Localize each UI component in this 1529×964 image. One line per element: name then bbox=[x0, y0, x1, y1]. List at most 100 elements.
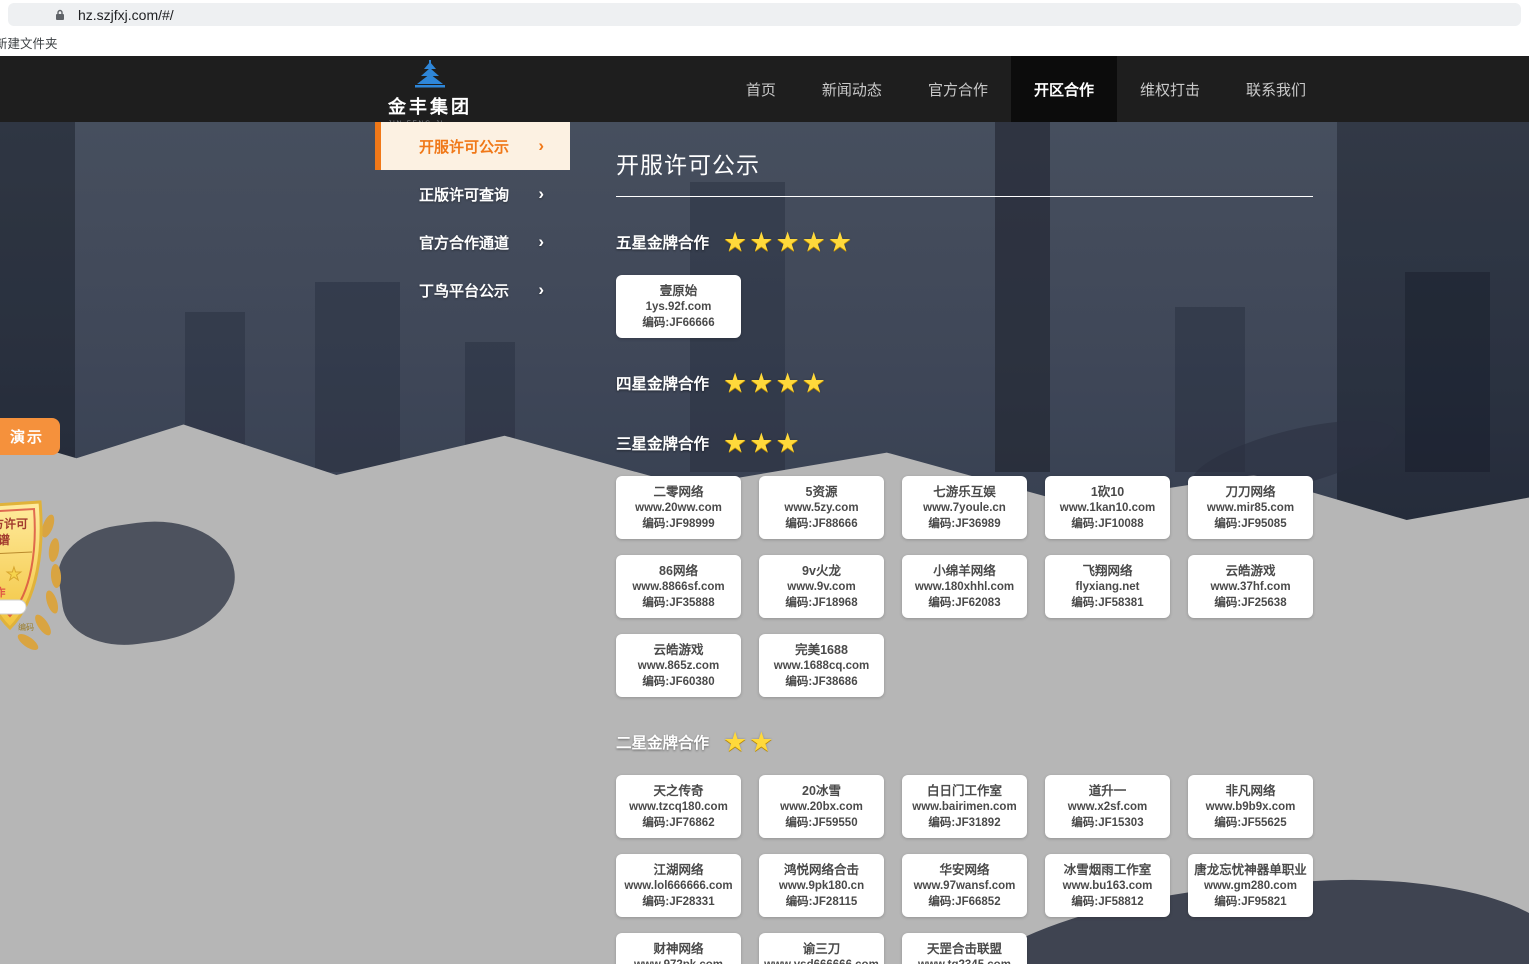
partner-card[interactable]: 小绵羊网络www.180xhhl.com编码:JF62083 bbox=[902, 555, 1027, 618]
partner-name: 七游乐互娱 bbox=[904, 484, 1025, 500]
partner-card[interactable]: 冰雪烟雨工作室www.bu163.com编码:JF58812 bbox=[1045, 854, 1170, 917]
star-rating: ★★★ bbox=[723, 430, 800, 457]
partner-card[interactable]: 江湖网络www.lol666666.com编码:JF28331 bbox=[616, 854, 741, 917]
partner-name: 道升一 bbox=[1047, 783, 1168, 799]
sidebar-item[interactable]: 开服许可公示› bbox=[375, 122, 570, 170]
partner-url: www.gm280.com bbox=[1190, 878, 1311, 894]
partner-code: 编码:JF66666 bbox=[618, 315, 739, 331]
star-icon: ★ bbox=[723, 229, 747, 256]
partner-url: www.97wansf.com bbox=[904, 878, 1025, 894]
partner-card[interactable]: 9v火龙www.9v.com编码:JF18968 bbox=[759, 555, 884, 618]
partner-name: 天之传奇 bbox=[618, 783, 739, 799]
partner-name: 云皓游戏 bbox=[1190, 563, 1311, 579]
partner-card[interactable]: 飞翔网络flyxiang.net编码:JF58381 bbox=[1045, 555, 1170, 618]
partner-url: www.tzcq180.com bbox=[618, 799, 739, 815]
partner-code: 编码:JF62083 bbox=[904, 595, 1025, 611]
partner-url: www.37hf.com bbox=[1190, 579, 1311, 595]
partner-card[interactable]: 唐龙忘忧神器单职业www.gm280.com编码:JF95821 bbox=[1188, 854, 1313, 917]
partner-card[interactable]: 云皓游戏www.865z.com编码:JF60380 bbox=[616, 634, 741, 697]
hero-stage: 开服许可公示›正版许可查询›官方合作通道›丁鸟平台公示› 开服许可公示 五星金牌… bbox=[0, 122, 1529, 964]
partner-url: www.tg2345.com bbox=[904, 957, 1025, 964]
partner-card[interactable]: 白日门工作室www.bairimen.com编码:JF31892 bbox=[902, 775, 1027, 838]
partner-name: 白日门工作室 bbox=[904, 783, 1025, 799]
partner-name: 1砍10 bbox=[1047, 484, 1168, 500]
nav-item[interactable]: 开区合作 bbox=[1011, 56, 1117, 122]
partner-card[interactable]: 20冰雪www.20bx.com编码:JF59550 bbox=[759, 775, 884, 838]
partner-url: www.lol666666.com bbox=[618, 878, 739, 894]
pagoda-logo-icon bbox=[408, 60, 452, 92]
partner-url: www.9pk180.cn bbox=[761, 878, 882, 894]
chevron-right-icon: › bbox=[538, 280, 544, 300]
partner-url: www.9v.com bbox=[761, 579, 882, 595]
partner-url: www.8866sf.com bbox=[618, 579, 739, 595]
partner-card[interactable]: 二零网络www.20ww.com编码:JF98999 bbox=[616, 476, 741, 539]
section-title: 二星金牌合作 bbox=[616, 731, 709, 753]
logo-title: 金丰集团 bbox=[388, 93, 472, 119]
partner-card[interactable]: 财神网络www.972pk.com编码:JF33883 bbox=[616, 933, 741, 964]
star-icon: ★ bbox=[749, 229, 773, 256]
partner-code: 编码:JF28115 bbox=[761, 894, 882, 910]
star-icon: ★ bbox=[749, 370, 773, 397]
partner-url: www.1kan10.com bbox=[1047, 500, 1168, 516]
star-icon: ★ bbox=[723, 430, 747, 457]
partner-card[interactable]: 5资源www.5zy.com编码:JF88666 bbox=[759, 476, 884, 539]
partner-card[interactable]: 七游乐互娱www.7youle.cn编码:JF36989 bbox=[902, 476, 1027, 539]
partner-code: 编码:JF95085 bbox=[1190, 516, 1311, 532]
star-rating: ★★ bbox=[723, 729, 773, 756]
partner-card[interactable]: 云皓游戏www.37hf.com编码:JF25638 bbox=[1188, 555, 1313, 618]
url-text: hz.szjfxj.com/#/ bbox=[78, 7, 174, 23]
partner-url: www.5zy.com bbox=[761, 500, 882, 516]
sidebar-item[interactable]: 官方合作通道 › bbox=[375, 218, 570, 266]
partner-card[interactable]: 完美1688www.1688cq.com编码:JF38686 bbox=[759, 634, 884, 697]
nav-item[interactable]: 新闻动态 bbox=[799, 56, 905, 122]
nav-item[interactable]: 联系我们 bbox=[1223, 56, 1329, 122]
partner-code: 编码:JF98999 bbox=[618, 516, 739, 532]
partner-sections: 五星金牌合作★★★★★壹原始1ys.92f.com编码:JF66666四星金牌合… bbox=[616, 227, 1313, 964]
partner-card[interactable]: 华安网络www.97wansf.com编码:JF66852 bbox=[902, 854, 1027, 917]
partner-card[interactable]: 天之传奇www.tzcq180.com编码:JF76862 bbox=[616, 775, 741, 838]
badge-text: 谱 bbox=[0, 532, 10, 547]
title-underline bbox=[616, 196, 1313, 197]
partner-card[interactable]: 天罡合击联盟www.tg2345.com编码:JF08320 bbox=[902, 933, 1027, 964]
partner-url: www.865z.com bbox=[618, 658, 739, 674]
chevron-right-icon: › bbox=[538, 232, 544, 252]
partner-url: www.mir85.com bbox=[1190, 500, 1311, 516]
url-bar[interactable]: hz.szjfxj.com/#/ bbox=[8, 3, 1521, 26]
sidebar-item[interactable]: 正版许可查询› bbox=[375, 170, 570, 218]
nav-item[interactable]: 官方合作 bbox=[905, 56, 1011, 122]
partner-url: www.20bx.com bbox=[761, 799, 882, 815]
partner-url: www.bairimen.com bbox=[904, 799, 1025, 815]
partner-name: 9v火龙 bbox=[761, 563, 882, 579]
sidebar-item-label: 官方合作通道 bbox=[419, 232, 509, 253]
partner-url: www.bu163.com bbox=[1047, 878, 1168, 894]
nav-menu: 首页新闻动态官方合作开区合作维权打击联系我们 bbox=[723, 56, 1329, 122]
partner-code: 编码:JF95821 bbox=[1190, 894, 1311, 910]
partner-name: 5资源 bbox=[761, 484, 882, 500]
star-icon: ★ bbox=[802, 229, 826, 256]
bookmark-item[interactable]: 新建文件夹 bbox=[0, 37, 58, 51]
sidebar-item[interactable]: 丁鸟平台公示› bbox=[375, 266, 570, 314]
partner-code: 编码:JF88666 bbox=[761, 516, 882, 532]
partner-name: 二零网络 bbox=[618, 484, 739, 500]
star-rating: ★★★★ bbox=[723, 370, 826, 397]
partner-card[interactable]: 刀刀网络www.mir85.com编码:JF95085 bbox=[1188, 476, 1313, 539]
partner-card[interactable]: 86网络www.8866sf.com编码:JF35888 bbox=[616, 555, 741, 618]
partner-code: 编码:JF25638 bbox=[1190, 595, 1311, 611]
partner-code: 编码:JF28331 bbox=[618, 894, 739, 910]
partner-card-grid: 壹原始1ys.92f.com编码:JF66666 bbox=[616, 275, 1316, 338]
partner-url: www.x2sf.com bbox=[1047, 799, 1168, 815]
partner-card[interactable]: 鸿悦网络合击www.9pk180.cn编码:JF28115 bbox=[759, 854, 884, 917]
partner-code: 编码:JF36989 bbox=[904, 516, 1025, 532]
demo-floating-tab[interactable]: 演示 bbox=[0, 418, 60, 455]
partner-card[interactable]: 非凡网络www.b9b9x.com编码:JF55625 bbox=[1188, 775, 1313, 838]
nav-item[interactable]: 维权打击 bbox=[1117, 56, 1223, 122]
partner-card[interactable]: 1砍10www.1kan10.com编码:JF10088 bbox=[1045, 476, 1170, 539]
section-title: 四星金牌合作 bbox=[616, 372, 709, 394]
partner-card[interactable]: 谕三刀www.ysd666666.com编码:JF95305 bbox=[759, 933, 884, 964]
partner-name: 壹原始 bbox=[618, 283, 739, 299]
partner-card[interactable]: 道升一www.x2sf.com编码:JF15303 bbox=[1045, 775, 1170, 838]
partner-card[interactable]: 壹原始1ys.92f.com编码:JF66666 bbox=[616, 275, 741, 338]
nav-item[interactable]: 首页 bbox=[723, 56, 799, 122]
partner-name: 财神网络 bbox=[618, 941, 739, 957]
partner-name: 冰雪烟雨工作室 bbox=[1047, 862, 1168, 878]
